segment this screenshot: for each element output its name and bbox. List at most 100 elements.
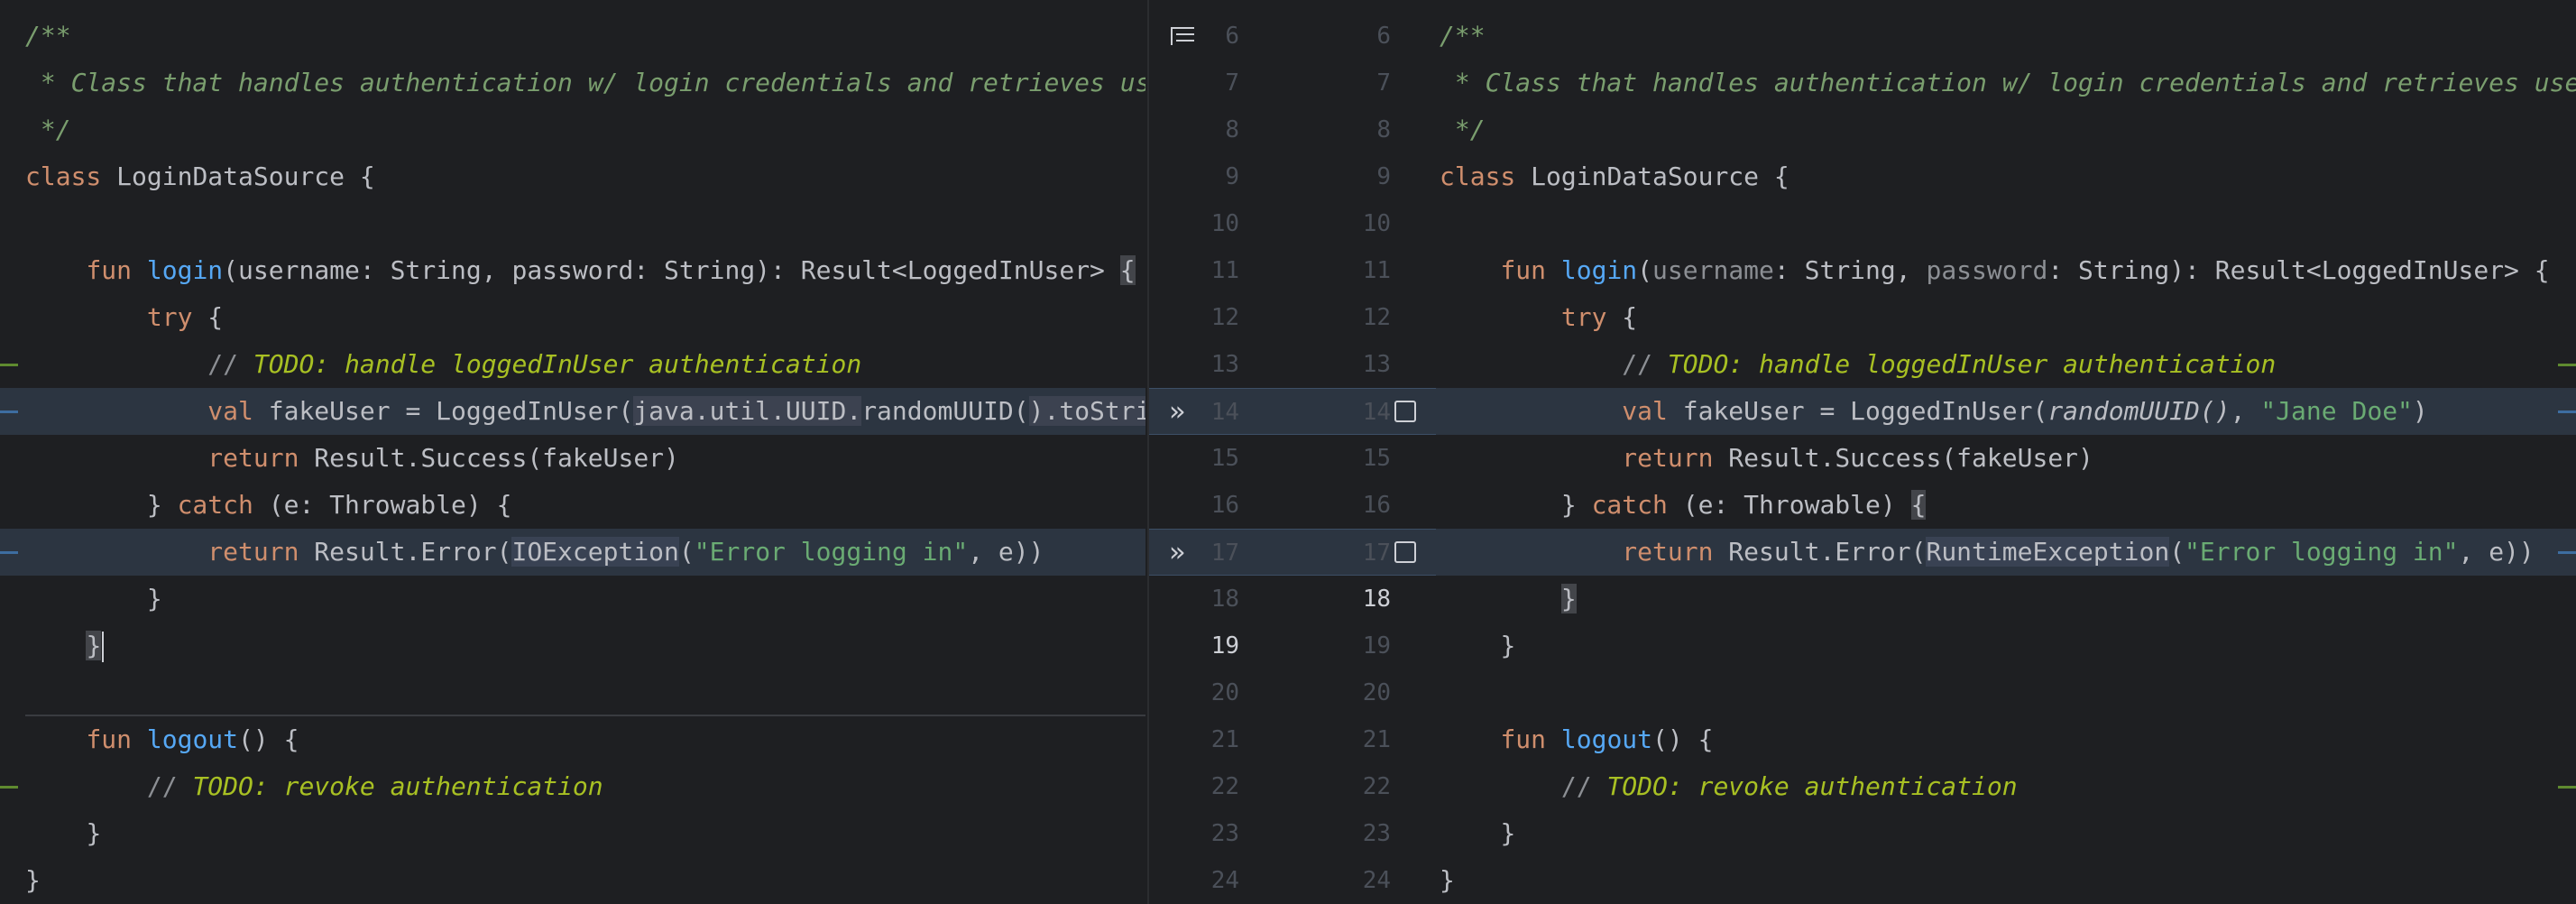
gutter-row: 66 <box>1149 13 1436 60</box>
string-literal: "Error logging in" <box>2185 537 2459 567</box>
class-name: LoginDataSource { <box>1515 161 1789 191</box>
changed-line[interactable]: val fakeUser = LoggedInUser(randomUUID()… <box>1436 388 2576 435</box>
code-line[interactable]: /** <box>0 13 1145 60</box>
gutter-row: 10 10 <box>1149 200 1436 247</box>
line-number-left: 22 <box>1210 773 1239 800</box>
brace: { <box>1910 490 1927 520</box>
gutter-row: 19 19 <box>1149 623 1436 669</box>
code-line[interactable]: */ <box>1436 106 2576 153</box>
code-line[interactable]: fun login(username: String, password: St… <box>1436 247 2576 294</box>
line-number-right: 20 <box>1362 679 1391 706</box>
keyword: fun <box>1500 724 1547 754</box>
gutter-row: 23 23 <box>1149 810 1436 857</box>
code-text: (e: Throwable) <box>1667 490 1911 520</box>
keyword: return <box>207 443 299 473</box>
changed-line[interactable]: return Result.Error(RuntimeException("Er… <box>1436 529 2576 576</box>
code-line[interactable]: } catch (e: Throwable) { <box>0 482 1145 529</box>
doc-comment: */ <box>1440 115 1486 144</box>
brace: } <box>86 818 102 848</box>
code-line[interactable]: fun login(username: String, password: St… <box>0 247 1145 294</box>
todo-comment: TODO: revoke authentication <box>1606 771 2018 801</box>
code-text: () { <box>238 724 299 754</box>
code-text: ) <box>2412 396 2428 426</box>
brace: } <box>25 865 41 895</box>
line-number-left: 18 <box>1210 586 1239 613</box>
code-line[interactable]: return Result.Success(fakeUser) <box>0 435 1145 482</box>
gutter-row-changed: » 14 14 <box>1149 388 1436 435</box>
line-number-right: 9 <box>1376 163 1391 190</box>
gutter-row: 20 20 <box>1149 669 1436 716</box>
include-change-checkbox[interactable] <box>1394 541 1416 563</box>
code-text: Result.Error( <box>299 537 512 567</box>
code-text: fakeUser = LoggedInUser( <box>1667 396 2048 426</box>
diff-highlight: .toStri <box>1044 396 1145 426</box>
right-editor-pane[interactable]: /** * Class that handles authentication … <box>1436 0 2576 904</box>
code-line[interactable]: class LoginDataSource { <box>1436 153 2576 200</box>
change-marker <box>2558 364 2576 366</box>
keyword: val <box>207 396 253 426</box>
line-number-left: 10 <box>1210 210 1239 237</box>
code-line[interactable]: } <box>1436 623 2576 669</box>
code-line[interactable]: fun logout() { <box>1436 716 2576 763</box>
line-number-right: 23 <box>1362 820 1391 847</box>
changed-line[interactable]: return Result.Error(IOException("Error l… <box>0 529 1145 576</box>
code-line[interactable]: } catch (e: Throwable) { <box>1436 482 2576 529</box>
changed-line[interactable]: val fakeUser = LoggedInUser(java.util.UU… <box>0 388 1145 435</box>
code-text: } <box>1560 490 1592 520</box>
line-number-right: 12 <box>1362 304 1391 331</box>
code-line[interactable]: return Result.Success(fakeUser) <box>1436 435 2576 482</box>
code-line[interactable]: } <box>1436 576 2576 623</box>
keyword: catch <box>177 490 253 520</box>
line-number-left: 12 <box>1210 304 1239 331</box>
code-line[interactable]: } <box>0 857 1145 904</box>
line-number-right: 10 <box>1362 210 1391 237</box>
line-number-left: 24 <box>1210 867 1239 894</box>
code-line[interactable]: // TODO: revoke authentication <box>0 763 1145 810</box>
change-marker <box>0 410 18 413</box>
code-line[interactable]: * Class that handles authentication w/ l… <box>0 60 1145 106</box>
keyword: fun <box>1500 255 1547 285</box>
code-text: : String): Result<LoggedInUser> { <box>2047 255 2550 285</box>
code-line[interactable]: try { <box>1436 294 2576 341</box>
change-marker <box>0 551 18 554</box>
line-number-right: 16 <box>1362 492 1391 519</box>
class-name: LoginDataSource { <box>101 161 375 191</box>
line-number-left: 7 <box>1225 69 1239 97</box>
doc-comment: /** <box>25 21 71 51</box>
change-marker <box>0 786 18 789</box>
code-text: Result.Success(fakeUser) <box>1713 443 2093 473</box>
keyword: class <box>25 161 102 191</box>
code-line[interactable]: class LoginDataSource { <box>0 153 1145 200</box>
gutter-row-changed: » 17 17 <box>1149 529 1436 576</box>
brace: } <box>1560 584 1577 613</box>
code-line[interactable]: fun logout() { <box>0 716 1145 763</box>
function-name: login <box>146 255 224 285</box>
diff-highlight: ) <box>1028 396 1044 426</box>
code-line[interactable]: /** <box>1436 13 2576 60</box>
keyword: val <box>1622 396 1668 426</box>
line-number-right: 21 <box>1362 726 1391 753</box>
code-line[interactable]: */ <box>0 106 1145 153</box>
left-editor-pane[interactable]: /** * Class that handles authentication … <box>0 0 1145 904</box>
change-marker <box>2558 786 2576 789</box>
line-number-right: 7 <box>1376 69 1391 97</box>
line-number-left: 13 <box>1210 351 1239 378</box>
code-line[interactable]: * Class that handles authentication w/ l… <box>1436 60 2576 106</box>
code-line[interactable]: // TODO: handle loggedInUser authenticat… <box>0 341 1145 388</box>
code-line[interactable]: } <box>0 623 1145 669</box>
code-line[interactable]: // TODO: handle loggedInUser authenticat… <box>1436 341 2576 388</box>
code-line[interactable]: // TODO: revoke authentication <box>1436 763 2576 810</box>
brace: } <box>146 584 162 613</box>
line-number-right: 22 <box>1362 773 1391 800</box>
code-line[interactable]: } <box>1436 810 2576 857</box>
line-number-right: 14 <box>1362 399 1391 426</box>
change-marker <box>2558 410 2576 413</box>
code-line[interactable]: } <box>0 576 1145 623</box>
include-change-checkbox[interactable] <box>1394 401 1416 422</box>
code-text: ( <box>1637 255 1653 285</box>
code-line[interactable]: } <box>0 810 1145 857</box>
code-line[interactable]: } <box>1436 857 2576 904</box>
brace: } <box>1500 818 1516 848</box>
code-line[interactable]: try { <box>0 294 1145 341</box>
keyword: fun <box>86 724 133 754</box>
